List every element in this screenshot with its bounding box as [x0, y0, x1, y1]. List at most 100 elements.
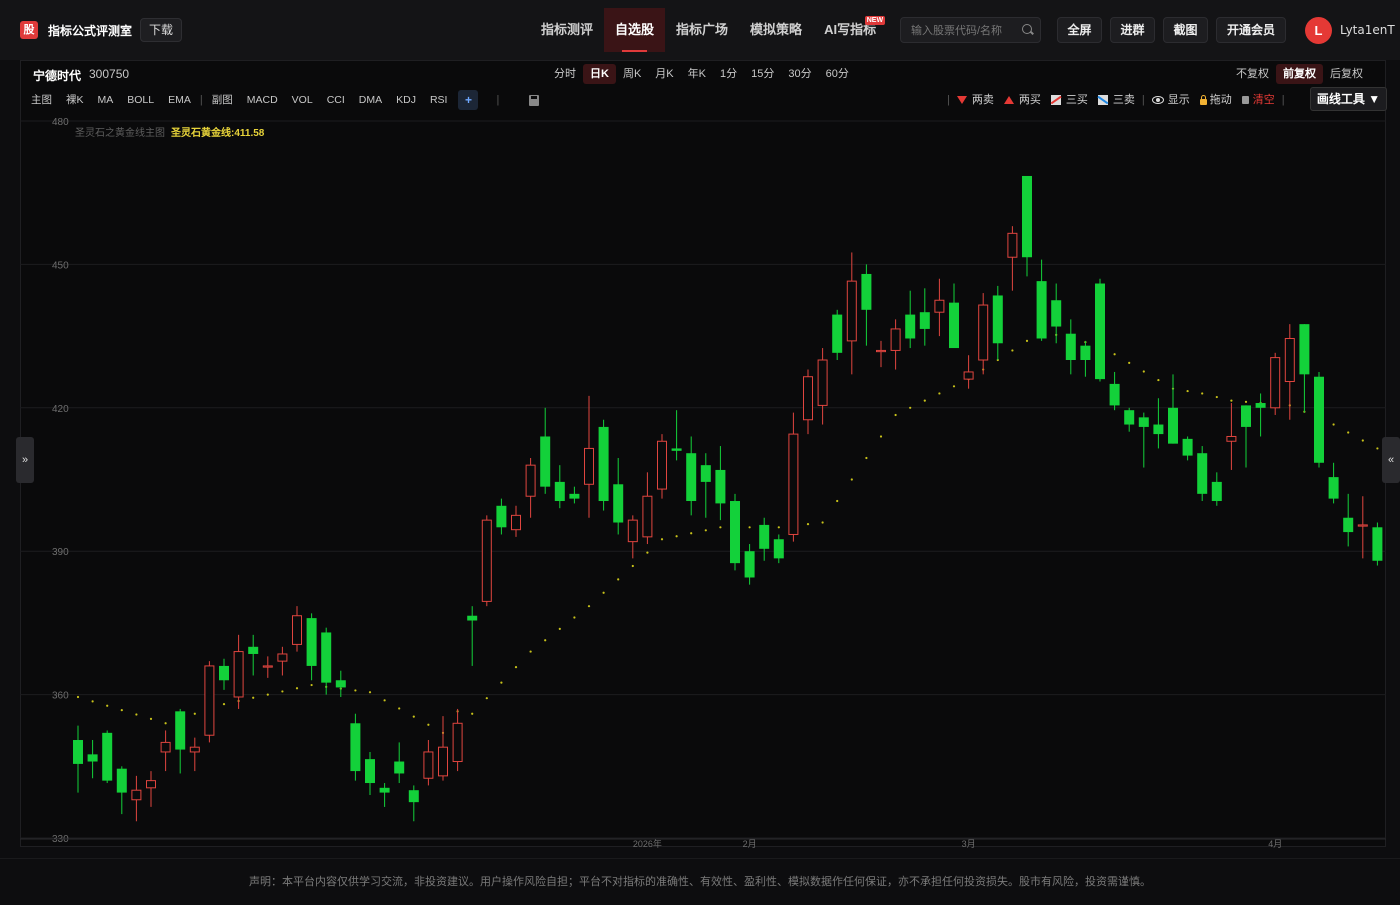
candle-body-up [233, 651, 244, 698]
candle-body-up [481, 519, 492, 602]
indicator-ema[interactable]: EMA [161, 90, 198, 110]
avatar[interactable]: L [1305, 17, 1332, 44]
candle-body-down [1343, 517, 1354, 533]
candle-body-up [657, 440, 667, 490]
gold-line-point [1011, 349, 1014, 352]
stock-search-input[interactable] [909, 22, 1023, 40]
nav-ai-write-indicator[interactable]: AI写指标 NEW [813, 8, 887, 52]
gold-line-point [120, 709, 123, 712]
vip-subscribe-button[interactable]: 开通会员 [1216, 17, 1286, 43]
gold-line-point [602, 591, 605, 594]
save-icon[interactable] [529, 94, 540, 106]
candle-body-down [613, 484, 624, 523]
period-30min[interactable]: 30分 [781, 64, 818, 84]
period-monthly[interactable]: 月K [648, 64, 680, 84]
signal-three-buy[interactable]: 三买 [1046, 90, 1093, 110]
candle-body-up [876, 349, 886, 353]
gold-line-point [719, 526, 722, 529]
period-intraday[interactable]: 分时 [547, 64, 583, 84]
add-indicator-button[interactable]: + [458, 90, 479, 110]
candle-body-down [467, 615, 478, 621]
app-name[interactable]: 指标公式评测室 [48, 22, 132, 39]
candle-body-down [569, 493, 580, 499]
join-group-button[interactable]: 进群 [1110, 17, 1155, 43]
period-daily[interactable]: 日K [583, 64, 616, 84]
gold-line-point [777, 526, 780, 529]
expand-right-panel-button[interactable]: « [1382, 437, 1400, 483]
tool-label: 显示 [1167, 94, 1190, 106]
candle-body-up [1226, 435, 1237, 442]
gold-line-point [368, 691, 372, 694]
period-60min[interactable]: 60分 [819, 64, 856, 84]
candle-body-down [1197, 453, 1208, 494]
signal-two-buy[interactable]: 两买 [999, 90, 1046, 110]
app-logo[interactable]: 股 [20, 21, 38, 39]
clear-button[interactable]: 清空 [1237, 90, 1280, 110]
gold-line-point [573, 616, 576, 619]
gold-line-point [76, 695, 80, 699]
candle-body-up [204, 665, 215, 736]
nav-simulated-strategy[interactable]: 模拟策略 [739, 8, 813, 52]
indicator-kdj[interactable]: KDJ [389, 90, 423, 110]
username[interactable]: Lyta1enT [1340, 23, 1395, 37]
y-tick-label: 450 [52, 260, 69, 271]
signal-three-sell[interactable]: 三卖 [1093, 90, 1140, 110]
gold-line-point [748, 526, 751, 529]
candle-body-up [963, 371, 974, 380]
stock-search-box[interactable] [900, 17, 1041, 43]
gold-line-point [266, 693, 269, 696]
candle-body-down [102, 732, 113, 781]
signal-two-sell[interactable]: 两卖 [952, 90, 999, 110]
nav-watchlist[interactable]: 自选股 [604, 8, 666, 52]
download-button[interactable]: 下载 [140, 18, 182, 42]
gold-line-point [894, 413, 897, 417]
candle-body-down [759, 524, 770, 549]
expand-left-panel-button[interactable]: » [16, 437, 34, 483]
gold-line-point [222, 703, 226, 706]
indicator-dma[interactable]: DMA [352, 90, 389, 110]
period-15min[interactable]: 15分 [744, 64, 781, 84]
gold-line-point [544, 639, 547, 642]
gold-line-point [500, 681, 503, 684]
candle-body-down [744, 551, 755, 578]
adjust-none[interactable]: 不复权 [1229, 64, 1276, 84]
search-icon[interactable] [1022, 24, 1032, 34]
candle-body-down [1065, 333, 1076, 360]
indicator-ma[interactable]: MA [91, 90, 121, 110]
candle-body-down [175, 711, 186, 750]
indicator-vol[interactable]: VOL [285, 90, 320, 110]
buy-triangle-icon [1003, 96, 1014, 104]
period-weekly[interactable]: 周K [616, 64, 648, 84]
drag-toggle[interactable]: 拖动 [1195, 90, 1237, 110]
adjust-forward[interactable]: 前复权 [1276, 64, 1323, 84]
stock-code: 300750 [89, 67, 130, 81]
candle-body-down [335, 680, 346, 688]
indicator-cci[interactable]: CCI [320, 90, 352, 110]
candle-body-down [379, 787, 390, 793]
candle-body-down [1372, 527, 1383, 561]
screenshot-button[interactable]: 截图 [1163, 17, 1208, 43]
adjust-backward[interactable]: 后复权 [1323, 64, 1370, 84]
period-1min[interactable]: 1分 [713, 64, 744, 84]
candle-body-down [1168, 407, 1178, 444]
period-yearly[interactable]: 年K [681, 64, 713, 84]
show-toggle[interactable]: 显示 [1147, 90, 1195, 110]
gold-line-point [821, 521, 824, 524]
indicator-boll[interactable]: BOLL [120, 90, 161, 110]
gold-line-point [427, 723, 430, 726]
indicator-naked-k[interactable]: 裸K [59, 90, 91, 110]
nav-indicator-plaza[interactable]: 指标广场 [665, 8, 739, 52]
indicator-macd[interactable]: MACD [240, 90, 285, 110]
candle-body-up [511, 514, 521, 531]
trend-down-icon [1097, 95, 1108, 105]
fullscreen-button[interactable]: 全屏 [1057, 17, 1102, 43]
gold-line-point [646, 551, 649, 554]
indicator-rsi[interactable]: RSI [423, 90, 455, 110]
drawing-tools-dropdown[interactable]: 画线工具 ▼ [1310, 87, 1387, 111]
price-adjust-selector: 不复权 前复权 后复权 [1229, 64, 1370, 84]
candlestick-chart[interactable]: 480450420390360330 2026年 2月 3月 4月 [20, 112, 1386, 848]
divider: | [947, 94, 950, 106]
candle-body-down [1255, 403, 1266, 408]
candle-body-down [248, 646, 259, 654]
nav-indicator-review[interactable]: 指标测评 [530, 8, 604, 52]
